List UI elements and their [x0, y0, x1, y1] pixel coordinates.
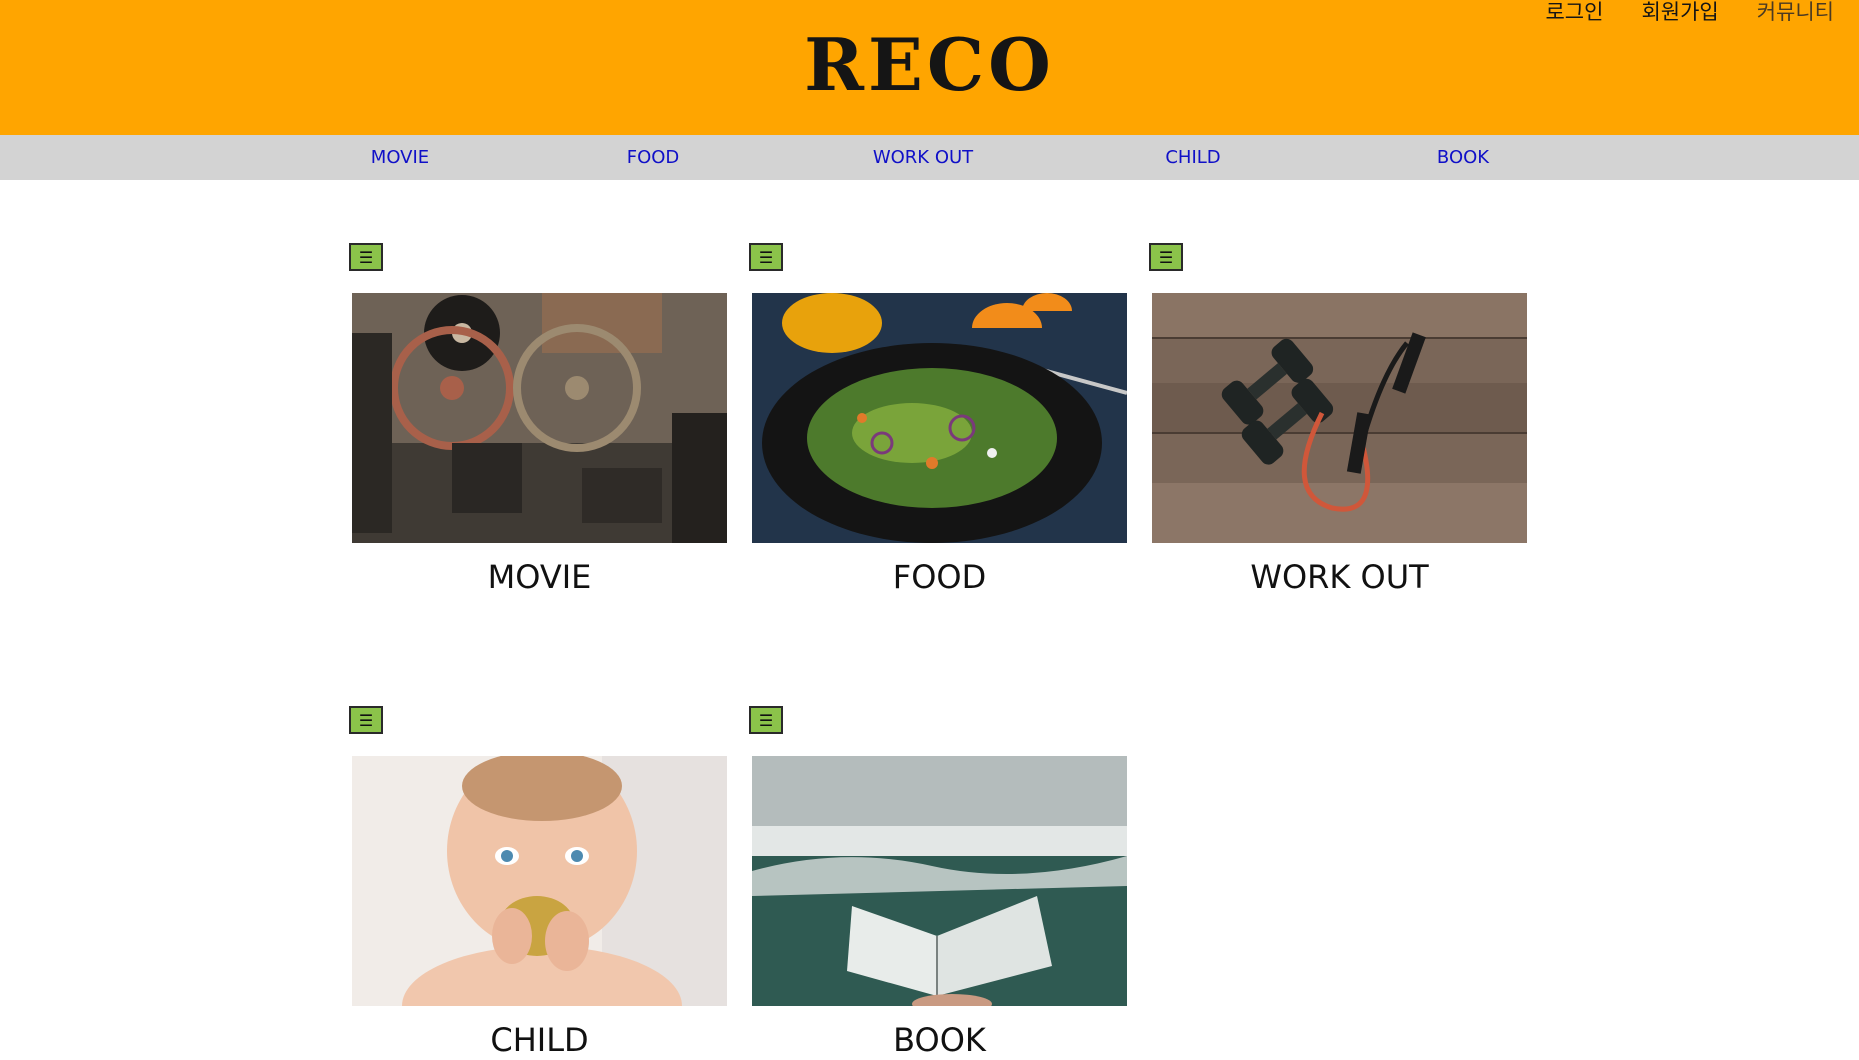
- nav-item-child[interactable]: CHILD: [1165, 135, 1220, 180]
- category-nav: MOVIE FOOD WORK OUT CHILD BOOK: [0, 135, 1859, 180]
- nav-item-book[interactable]: BOOK: [1437, 135, 1489, 180]
- menu-icon[interactable]: ☰: [749, 243, 783, 271]
- book-image[interactable]: [752, 756, 1127, 1006]
- child-image[interactable]: [352, 756, 727, 1006]
- card-title: FOOD: [892, 558, 987, 596]
- menu-icon[interactable]: ☰: [1149, 243, 1183, 271]
- card-title: BOOK: [893, 1021, 986, 1059]
- card-title: CHILD: [490, 1021, 589, 1059]
- card-title: WORK OUT: [1250, 558, 1429, 596]
- nav-item-movie[interactable]: MOVIE: [371, 135, 429, 180]
- site-logo[interactable]: RECO: [0, 22, 1859, 108]
- card-title: MOVIE: [487, 558, 592, 596]
- site-header: RECO 로그인 회원가입 커뮤니티: [0, 0, 1859, 135]
- menu-icon[interactable]: ☰: [349, 243, 383, 271]
- food-image[interactable]: [752, 293, 1127, 543]
- nav-item-food[interactable]: FOOD: [627, 135, 680, 180]
- account-links: 로그인 회원가입 커뮤니티: [1545, 0, 1834, 24]
- menu-icon[interactable]: ☰: [749, 706, 783, 734]
- community-link[interactable]: 커뮤니티: [1757, 0, 1834, 24]
- nav-item-workout[interactable]: WORK OUT: [873, 135, 973, 180]
- menu-icon[interactable]: ☰: [349, 706, 383, 734]
- signup-link[interactable]: 회원가입: [1641, 0, 1718, 24]
- workout-image[interactable]: [1152, 293, 1527, 543]
- login-link[interactable]: 로그인: [1545, 0, 1603, 24]
- movie-image[interactable]: [352, 293, 727, 543]
